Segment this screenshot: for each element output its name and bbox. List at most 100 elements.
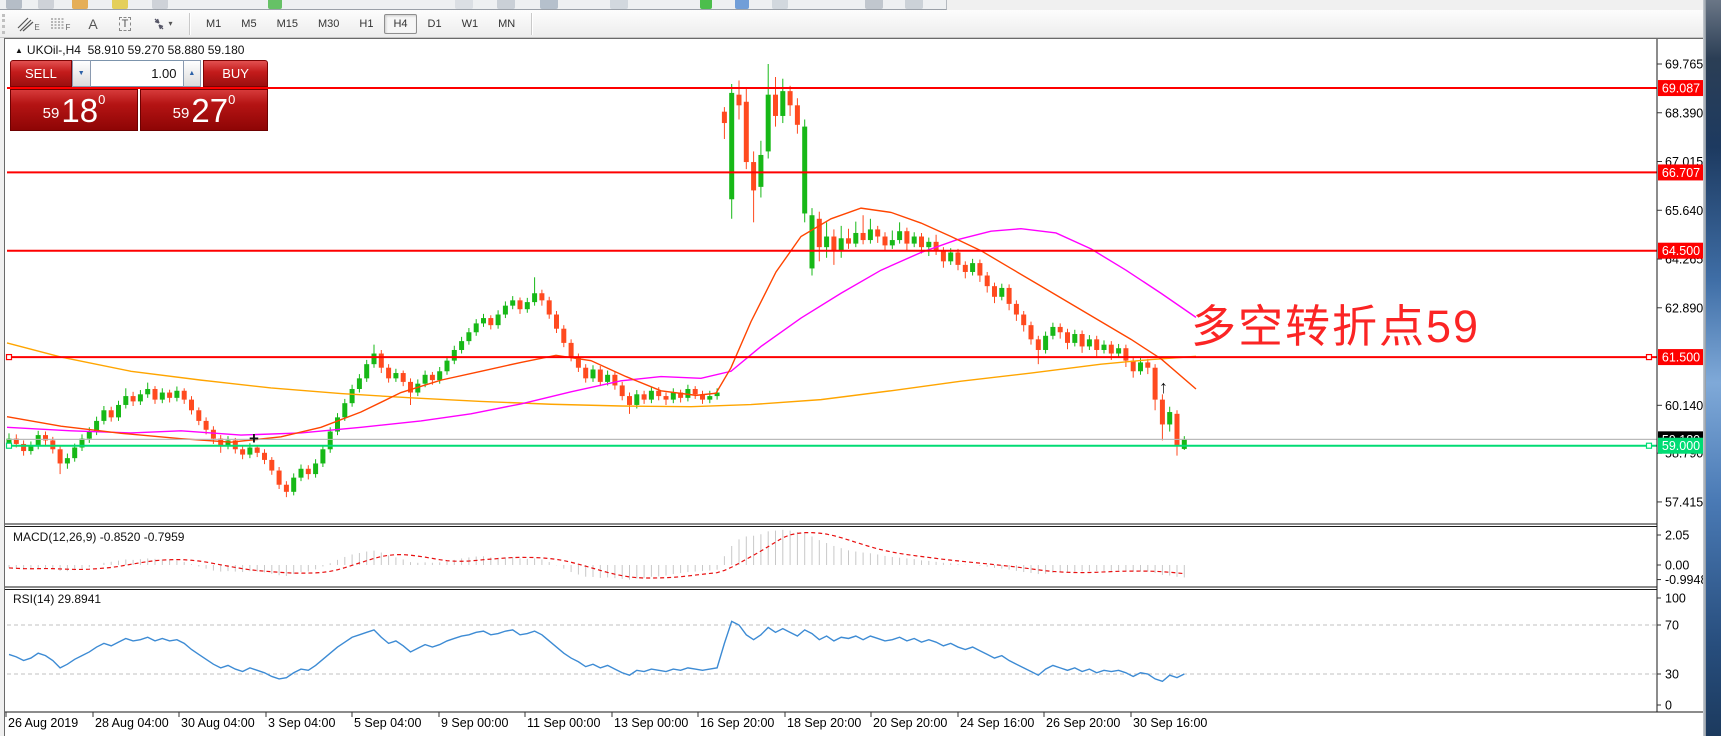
candle-body: [525, 302, 530, 309]
candle-body: [1050, 327, 1055, 336]
timeframe-button-m15[interactable]: M15: [268, 14, 307, 34]
macd-pane[interactable]: [9, 530, 1184, 580]
toolbar-cutoff-icon[interactable]: [905, 0, 923, 9]
candle-body: [999, 288, 1004, 297]
toolbar-cutoff-icon[interactable]: [497, 0, 515, 9]
candle-body: [758, 155, 763, 187]
timeframe-button-h4[interactable]: H4: [384, 14, 416, 34]
candle-body: [372, 354, 377, 365]
candle-body: [539, 293, 544, 300]
toolbar-cutoff-icon[interactable]: [700, 0, 712, 9]
candle-body: [627, 396, 632, 405]
timeframe-button-h1[interactable]: H1: [350, 14, 382, 34]
price-tick-label: 62.890: [1665, 301, 1703, 315]
timeframe-button-m30[interactable]: M30: [309, 14, 348, 34]
candle-body: [656, 391, 661, 396]
candle-body: [1160, 400, 1165, 425]
toolbar-cutoff-icon[interactable]: [772, 0, 788, 9]
indicator-tick-label: 2.05: [1665, 528, 1689, 542]
toolbar-cutoff-icon[interactable]: [6, 0, 22, 9]
candle-body: [204, 421, 209, 430]
timeframe-button-d1[interactable]: D1: [419, 14, 451, 34]
candle-body: [1058, 327, 1063, 332]
level-lines-layer[interactable]: [7, 88, 1658, 448]
candle-body: [401, 373, 406, 382]
buy-price-display[interactable]: 59270: [140, 89, 268, 131]
candle-body: [240, 449, 245, 454]
price-axis[interactable]: 69.76568.39067.01565.64064.26562.89060.1…: [1657, 58, 1707, 713]
sell-price-display[interactable]: 59180: [10, 89, 138, 131]
toolbar-cutoff-icon[interactable]: [540, 0, 558, 9]
candle-body: [430, 375, 435, 380]
candle-body: [1102, 345, 1107, 350]
timeframe-button-m1[interactable]: M1: [197, 14, 230, 34]
buy-button[interactable]: BUY: [203, 60, 268, 87]
candle-body: [1043, 336, 1048, 350]
up-arrow-annotation[interactable]: ↑: [1159, 377, 1168, 398]
candle-body: [977, 263, 982, 275]
timeframe-button-mn[interactable]: MN: [489, 14, 524, 34]
timeframe-button-m5[interactable]: M5: [232, 14, 265, 34]
candle-body: [145, 389, 150, 394]
candle-body: [737, 95, 742, 106]
toolbar-cutoff-icon[interactable]: [72, 0, 88, 9]
toolbar-separator: [531, 13, 532, 35]
volume-decrease-button[interactable]: ▼: [72, 60, 91, 87]
toolbar-cutoff-icon[interactable]: [455, 0, 473, 9]
candle-body: [780, 91, 785, 116]
toolbar-cutoff-icon[interactable]: [735, 0, 749, 9]
sell-button[interactable]: SELL: [10, 60, 72, 87]
candle-body: [649, 391, 654, 400]
toolbar-cutoff-icon[interactable]: [38, 0, 54, 9]
candle-body: [875, 229, 880, 236]
candle-body: [459, 341, 464, 350]
text-icon[interactable]: A: [79, 12, 107, 36]
candle-body: [824, 237, 829, 248]
candle-body: [795, 105, 800, 125]
candle-body: [174, 391, 179, 398]
candle-body: [941, 251, 946, 262]
candle-body: [693, 389, 698, 394]
candle-body: [634, 394, 639, 405]
candle-body: [1131, 361, 1136, 372]
toolbar-cutoff-icon[interactable]: [268, 0, 282, 9]
label-icon[interactable]: T: [111, 12, 139, 36]
toolbar-cutoff-icon[interactable]: [112, 0, 128, 9]
candle-body: [605, 375, 610, 382]
timeframe-button-w1[interactable]: W1: [453, 14, 488, 34]
toolbar-cutoff-icon[interactable]: [152, 0, 168, 9]
volume-increase-button[interactable]: ▲: [183, 60, 202, 87]
candle-body: [496, 315, 501, 326]
candle-body: [744, 102, 749, 162]
rsi-pane[interactable]: [7, 621, 1657, 681]
candle-body: [1029, 325, 1034, 339]
candle-body: [423, 375, 428, 384]
chart-window[interactable]: 69.76568.39067.01565.64064.26562.89060.1…: [4, 38, 1707, 736]
volume-input[interactable]: [91, 60, 183, 87]
candle-body: [445, 361, 450, 372]
rsi-line: [9, 621, 1184, 681]
price-chart[interactable]: 69.76568.39067.01565.64064.26562.89060.1…: [5, 39, 1707, 736]
equidistant-channel-icon[interactable]: E: [15, 12, 43, 36]
toolbar-cutoff-icon[interactable]: [865, 0, 883, 9]
cross-marker[interactable]: +: [249, 429, 259, 449]
arrows-icon[interactable]: ▾: [143, 12, 181, 36]
candle-body: [919, 237, 924, 248]
candle-body: [65, 458, 70, 463]
trading-terminal: E F A T ▾ M1M5M15M30H1H4D1W1MN 69.76568.…: [0, 0, 1721, 736]
time-tick-label: 13 Sep 00:00: [614, 716, 688, 730]
collapse-arrow-icon[interactable]: ▲: [15, 46, 23, 55]
candle-body: [985, 276, 990, 287]
time-axis[interactable]: 26 Aug 201928 Aug 04:0030 Aug 04:003 Sep…: [6, 712, 1207, 730]
candle-body: [810, 215, 815, 268]
chart-annotation-text[interactable]: 多空转折点59: [1191, 290, 1480, 355]
time-tick-label: 28 Aug 04:00: [95, 716, 169, 730]
fibonacci-icon[interactable]: F: [47, 12, 75, 36]
candle-body: [904, 231, 909, 243]
candle-body: [284, 485, 289, 492]
candle-body: [620, 385, 625, 396]
candle-body: [547, 300, 552, 314]
candle-body: [269, 460, 274, 471]
time-tick-label: 30 Aug 04:00: [181, 716, 255, 730]
toolbar-cutoff-icon[interactable]: [610, 0, 628, 9]
